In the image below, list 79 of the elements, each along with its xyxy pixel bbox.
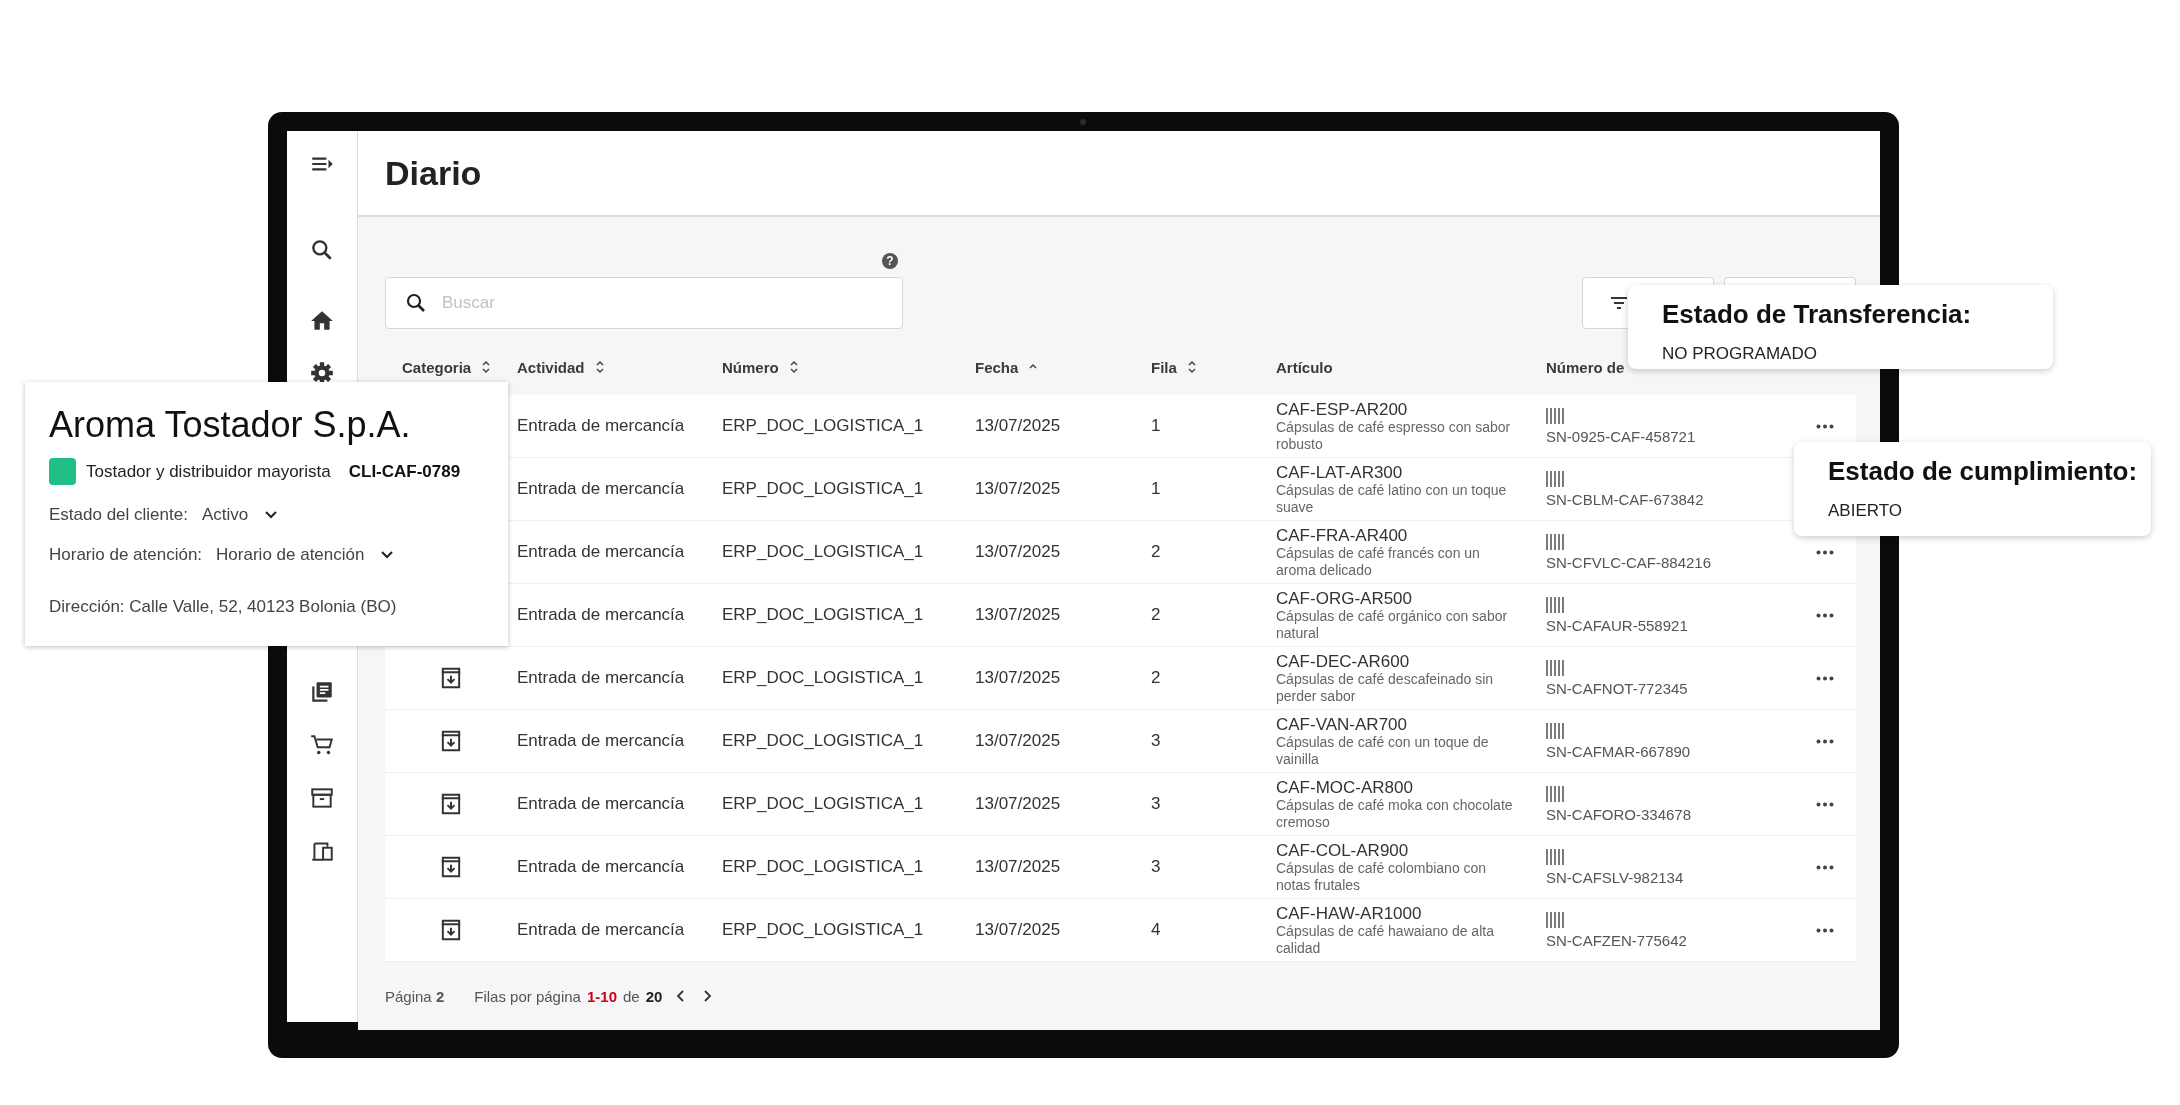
table-cell: ERP_DOC_LOGISTICA_1 (722, 416, 924, 436)
table-cell: 2 (1151, 605, 1161, 625)
item-code: CAF-COL-AR900 (1276, 840, 1409, 860)
table-cell: Entrada de mercancía (517, 668, 685, 688)
serial-number: SN-CAFNOT-772345 (1546, 679, 1688, 697)
item-description: Cápsulas de café descafeinado sin perder sabor (1276, 670, 1495, 705)
item-description: Cápsulas de café colombiano con notas frutales (1276, 859, 1488, 894)
item-description: Cápsulas de café moka con chocolate cremoso (1276, 796, 1514, 831)
table-cell: Entrada de mercancía (517, 416, 685, 436)
table-cell: 13/07/2025 (975, 794, 1061, 814)
field-label: Horario de atención: (49, 545, 203, 565)
table-cell: ERP_DOC_LOGISTICA_1 (722, 542, 924, 562)
table-cell: ERP_DOC_LOGISTICA_1 (722, 479, 924, 499)
table-cell: 4 (1151, 920, 1161, 940)
table-cell: 2 (1151, 542, 1161, 562)
item-code: CAF-HAW-AR1000 (1276, 903, 1422, 923)
item-code: CAF-FRA-AR400 (1276, 525, 1408, 545)
serial-number: SN-CBLM-CAF-673842 (1546, 490, 1704, 508)
field-label: Estado del cliente: (49, 505, 188, 525)
customer-name: Aroma Tostador S.p.A. (49, 404, 412, 446)
table-cell: Entrada de mercancía (517, 920, 685, 940)
table-cell: 13/07/2025 (975, 416, 1061, 436)
serial-number: SN-CAFMAR-667890 (1546, 742, 1691, 760)
item-description: Cápsulas de café latino con un toque suave (1276, 481, 1508, 516)
item-description: Cápsulas de café francés con un aroma delicado (1276, 544, 1481, 579)
serial-number: SN-CAFORO-334678 (1546, 805, 1692, 823)
table-cell: 13/07/2025 (975, 605, 1061, 625)
table-cell: Entrada de mercancía (517, 731, 685, 751)
table-cell: 1 (1151, 479, 1161, 499)
item-code: CAF-VAN-AR700 (1276, 714, 1407, 734)
table-cell: Entrada de mercancía (517, 542, 685, 562)
table-cell: 13/07/2025 (975, 857, 1061, 877)
table-cell: ERP_DOC_LOGISTICA_1 (722, 605, 924, 625)
page-indicator: Página 2 (385, 987, 445, 1005)
serial-number: SN-CAFZEN-775642 (1546, 931, 1687, 949)
item-description: Cápsulas de café espresso con sabor robusto (1276, 418, 1512, 453)
table-cell: 3 (1151, 731, 1161, 751)
item-code: CAF-MOC-AR800 (1276, 777, 1413, 797)
table-cell: Entrada de mercancía (517, 857, 685, 877)
serial-number: SN-0925-CAF-458721 (1546, 427, 1696, 445)
table-cell: ERP_DOC_LOGISTICA_1 (722, 794, 924, 814)
page-range: 1-10 (586, 987, 617, 1005)
customer-address: Dirección: Calle Valle, 52, 40123 Bolonia (BO) (49, 597, 398, 617)
table-cell: 3 (1151, 794, 1161, 814)
status-title: Estado de Transferencia: (1662, 299, 1973, 330)
status-title: Estado de cumplimiento: (1828, 456, 2139, 487)
serial-number: SN-CAFSLV-982134 (1546, 868, 1684, 886)
table-cell: ERP_DOC_LOGISTICA_1 (722, 731, 924, 751)
table-cell: Entrada de mercancía (517, 794, 685, 814)
table-cell: 13/07/2025 (975, 920, 1061, 940)
table-cell: 2 (1151, 668, 1161, 688)
table-cell: Entrada de mercancía (517, 479, 685, 499)
customer-code: CLI-CAF-0789 (348, 461, 461, 482)
of-label: de (623, 987, 640, 1005)
table-cell: 13/07/2025 (975, 542, 1061, 562)
item-code: CAF-ESP-AR200 (1276, 399, 1408, 419)
total-count: 20 (645, 987, 663, 1005)
table-cell: 13/07/2025 (975, 668, 1061, 688)
table-cell: Entrada de mercancía (517, 605, 685, 625)
table-cell: 13/07/2025 (975, 731, 1061, 751)
table-cell: 1 (1151, 416, 1161, 436)
table-cell: 13/07/2025 (975, 479, 1061, 499)
table-cell: ERP_DOC_LOGISTICA_1 (722, 857, 924, 877)
serial-number: SN-CAFAUR-558921 (1546, 616, 1688, 634)
item-description: Cápsulas de café orgánico con sabor natural (1276, 607, 1509, 642)
table-cell: ERP_DOC_LOGISTICA_1 (722, 920, 924, 940)
status-value: ABIERTO (1828, 501, 1903, 521)
rows-per-page-label: Filas por página (474, 987, 581, 1005)
serial-number: SN-CFVLC-CAF-884216 (1546, 553, 1712, 571)
item-code: CAF-DEC-AR600 (1276, 651, 1410, 671)
item-code: CAF-LAT-AR300 (1276, 462, 1403, 482)
status-value: NO PROGRAMADO (1662, 344, 1818, 364)
customer-type: Tostador y distribuidor mayorista (86, 461, 331, 482)
item-code: CAF-ORG-AR500 (1276, 588, 1413, 608)
page-title: Diario (385, 153, 482, 193)
table-cell: ERP_DOC_LOGISTICA_1 (722, 668, 924, 688)
item-description: Cápsulas de café con un toque de vainilla (1276, 733, 1490, 768)
item-description: Cápsulas de café hawaiano de alta calidad (1276, 922, 1495, 957)
table-cell: 3 (1151, 857, 1161, 877)
